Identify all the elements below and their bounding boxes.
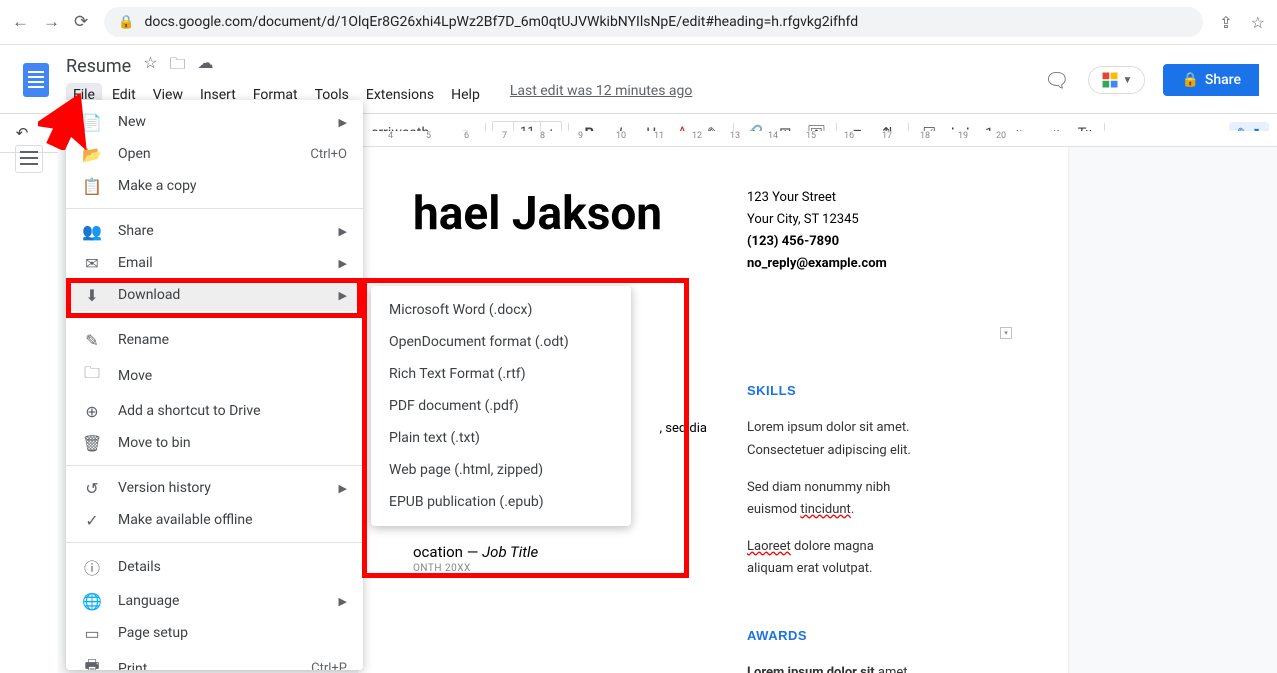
url-text: docs.google.com/document/d/1OlqEr8G26xhi… [144, 14, 858, 30]
email[interactable]: no_reply@example.com [747, 253, 1013, 275]
left-rail [0, 131, 58, 673]
file-menu-dropdown: 📄New▶📂OpenCtrl+O📋Make a copy 👥Share▶✉Emai… [66, 100, 363, 670]
phone[interactable]: (123) 456-7890 [747, 231, 1013, 253]
page-setup-icon: ▭ [82, 624, 102, 643]
resume-name[interactable]: hael Jakson [413, 187, 707, 241]
download-pdf[interactable]: PDF document (.pdf) [371, 390, 631, 422]
share-icon: 👥 [82, 222, 102, 241]
download-epub[interactable]: EPUB publication (.epub) [371, 486, 631, 518]
last-edit-link[interactable]: Last edit was 12 minutes ago [510, 83, 693, 107]
share-button[interactable]: 🔒 Share [1163, 64, 1259, 96]
job-date: ONTH 20XX [413, 563, 707, 574]
chevron-right-icon: ▶ [339, 482, 347, 495]
download-rich[interactable]: Rich Text Format (.rtf) [371, 358, 631, 390]
star-icon[interactable]: ☆ [143, 53, 157, 80]
skill-text[interactable]: Laoreet dolore magnaaliquam erat volutpa… [747, 536, 1013, 580]
file-menu-email[interactable]: ✉Email▶ [66, 247, 363, 279]
file-menu-move[interactable]: 🗀Move [66, 356, 363, 395]
make-a-copy-icon: 📋 [82, 177, 102, 196]
file-menu-open[interactable]: 📂OpenCtrl+O [66, 138, 363, 170]
add-a-shortcut-to-drive-icon: ⊕ [82, 402, 102, 421]
file-menu-print[interactable]: 🖶PrintCtrl+P [66, 649, 363, 670]
menu-help[interactable]: Help [444, 83, 487, 107]
print-icon: 🖶 [82, 655, 102, 670]
move-icon: 🗀 [82, 362, 102, 389]
skill-text[interactable]: Sed diam nonummy nibheuismod tincidunt. [747, 477, 1013, 521]
file-menu-move-to-bin[interactable]: 🗑Move to bin [66, 427, 363, 459]
job-entry[interactable]: ocation — Job Title [413, 543, 707, 561]
file-menu-details[interactable]: ⓘDetails [66, 549, 363, 585]
file-menu-make-a-copy[interactable]: 📋Make a copy [66, 170, 363, 202]
details-icon: ⓘ [82, 555, 102, 579]
version-history-icon: ↺ [82, 479, 102, 498]
annotation-arrow [38, 90, 98, 154]
file-menu-page-setup[interactable]: ▭Page setup [66, 617, 363, 649]
file-menu-share[interactable]: 👥Share▶ [66, 215, 363, 247]
chevron-down-icon: ▼ [1123, 75, 1133, 86]
back-button[interactable]: ← [12, 12, 29, 32]
chevron-right-icon: ▶ [339, 116, 347, 129]
file-menu-rename[interactable]: ✎Rename [66, 324, 363, 356]
chevron-right-icon: ▶ [339, 257, 347, 270]
download-microsoft[interactable]: Microsoft Word (.docx) [371, 294, 631, 326]
download-submenu: Microsoft Word (.docx)OpenDocument forma… [371, 286, 631, 526]
file-menu-make-available-offline[interactable]: ✓Make available offline [66, 504, 363, 536]
download-icon: ⬇ [82, 286, 102, 305]
share-url-icon[interactable]: ⇪ [1219, 13, 1232, 32]
document-title[interactable]: Resume [66, 56, 131, 77]
file-menu-version-history[interactable]: ↺Version history▶ [66, 472, 363, 504]
chevron-right-icon: ▶ [339, 225, 347, 238]
award-text[interactable]: Lorem ipsum dolor sit ametConsectetuer a… [747, 662, 1013, 673]
address-line[interactable]: Your City, ST 12345 [747, 209, 1013, 231]
docs-header: Resume ☆ 🗀 ☁ File Edit View Insert Forma… [0, 45, 1277, 107]
address-line[interactable]: 123 Your Street [747, 187, 1013, 209]
menu-extensions[interactable]: Extensions [359, 83, 441, 107]
download-opendocument[interactable]: OpenDocument format (.odt) [371, 326, 631, 358]
language-icon: 🌐 [82, 592, 102, 611]
skills-heading[interactable]: SKILLS [747, 380, 1013, 402]
make-available-offline-icon: ✓ [82, 511, 102, 530]
file-menu-add-a-shortcut-to-drive[interactable]: ⊕Add a shortcut to Drive [66, 395, 363, 427]
move-icon[interactable]: 🗀 [170, 53, 186, 80]
move-to-bin-icon: 🗑 [82, 434, 102, 453]
skill-text[interactable]: Lorem ipsum dolor sit amet.Consectetuer … [747, 417, 1013, 461]
forward-button[interactable]: → [43, 12, 60, 32]
rename-icon: ✎ [82, 331, 102, 350]
download-plain[interactable]: Plain text (.txt) [371, 422, 631, 454]
chevron-right-icon: ▶ [339, 289, 347, 302]
chevron-right-icon: ▶ [339, 595, 347, 608]
awards-heading[interactable]: AWARDS [747, 625, 1013, 647]
file-menu-new[interactable]: 📄New▶ [66, 106, 363, 138]
cloud-icon[interactable]: ☁ [198, 53, 214, 80]
section-tab-handle[interactable]: ▾ [1000, 327, 1012, 339]
file-menu-download[interactable]: ⬇Download▶ [66, 279, 363, 311]
reload-button[interactable]: ⟳ [74, 12, 88, 32]
file-menu-language[interactable]: 🌐Language▶ [66, 585, 363, 617]
browser-bar: ← → ⟳ 🔒 docs.google.com/document/d/1OlqE… [0, 0, 1277, 45]
lock-icon: 🔒 [1181, 72, 1198, 88]
download-web[interactable]: Web page (.html, zipped) [371, 454, 631, 486]
lock-icon: 🔒 [118, 15, 134, 30]
meet-button[interactable]: ▼ [1088, 66, 1146, 94]
bookmark-icon[interactable]: ☆ [1251, 13, 1265, 32]
comments-icon[interactable]: 🗨 [1044, 68, 1069, 92]
email-icon: ✉ [82, 254, 102, 273]
address-bar[interactable]: 🔒 docs.google.com/document/d/1OlqEr8G26x… [104, 7, 1203, 37]
